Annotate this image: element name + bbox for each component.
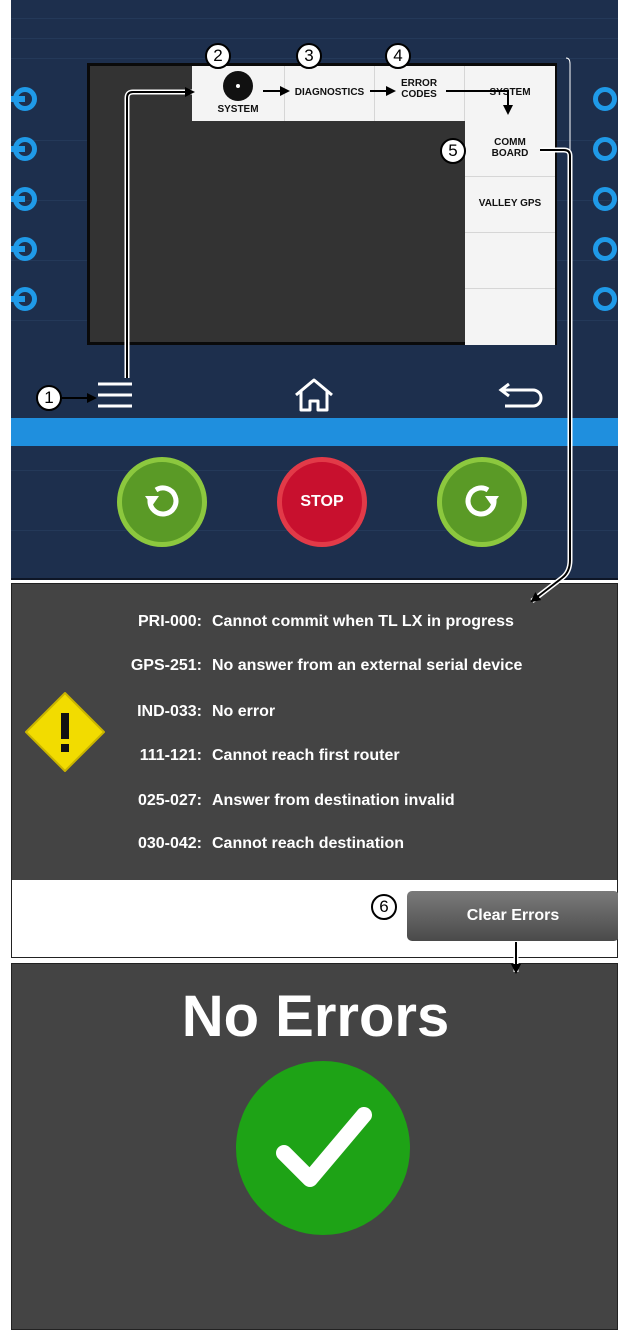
callout-1: 1: [36, 385, 62, 411]
side-ring-indicator: [593, 287, 617, 311]
error-message: No answer from an external serial device: [212, 657, 523, 674]
error-code: GPS-251:: [130, 657, 202, 674]
callout-5: 5: [440, 138, 466, 164]
menu-item-error-codes[interactable]: ERROR CODES: [375, 66, 464, 121]
error-code: IND-033:: [137, 703, 202, 720]
error-code: 030-042:: [137, 835, 202, 852]
side-ring-indicator: [593, 137, 617, 161]
error-message: Cannot reach destination: [212, 835, 405, 852]
submenu-item-comm-board-label: COMM BOARD: [491, 137, 529, 159]
menu-strip: SYSTEM DIAGNOSTICS ERROR CODES SYSTEM: [192, 66, 555, 121]
stop-button[interactable]: STOP: [277, 457, 367, 547]
back-arrow-icon[interactable]: [497, 380, 545, 412]
callout-3: 3: [296, 43, 322, 69]
error-message: Answer from destination invalid: [212, 792, 455, 809]
stop-button-label: STOP: [300, 493, 344, 510]
checkmark-icon: [276, 1107, 372, 1187]
menu-item-system-tab[interactable]: SYSTEM: [465, 66, 555, 121]
side-ring-indicator: [593, 187, 617, 211]
system-dot-icon: [223, 71, 253, 101]
no-errors-panel: No Errors: [11, 963, 618, 1330]
submenu: COMM BOARD VALLEY GPS: [465, 121, 555, 345]
menu-item-system-label: SYSTEM: [217, 104, 259, 115]
submenu-item-comm-board[interactable]: COMM BOARD: [465, 121, 555, 176]
error-codes-panel: PRI-000: Cannot commit when TL LX in pro…: [11, 583, 618, 958]
side-ring-indicator: [593, 87, 617, 111]
callout-6: 6: [371, 894, 397, 920]
no-errors-title: No Errors: [181, 984, 450, 1049]
menu-item-diagnostics[interactable]: DIAGNOSTICS: [285, 66, 374, 121]
forward-button[interactable]: [437, 457, 527, 547]
accent-bar: [11, 418, 618, 446]
error-code: PRI-000:: [137, 613, 202, 630]
menu-item-error-codes-label: ERROR CODES: [400, 78, 438, 100]
success-circle: [236, 1061, 410, 1235]
menu-item-system-tab-label: SYSTEM: [489, 87, 531, 98]
controller-panel: SYSTEM DIAGNOSTICS ERROR CODES SYSTEM CO…: [11, 0, 618, 580]
menu-item-diagnostics-label: DIAGNOSTICS: [294, 87, 365, 98]
clear-errors-button[interactable]: Clear Errors: [407, 891, 618, 941]
callout-2: 2: [205, 43, 231, 69]
clear-errors-label: Clear Errors: [466, 907, 560, 924]
submenu-item-valley-gps[interactable]: VALLEY GPS: [465, 177, 555, 232]
error-list-area: PRI-000: Cannot commit when TL LX in pro…: [12, 584, 617, 880]
error-code: 111-121:: [139, 747, 202, 764]
error-code: 025-027:: [137, 792, 202, 809]
error-message: Cannot reach first router: [212, 747, 400, 764]
home-icon[interactable]: [292, 377, 336, 413]
error-message: Cannot commit when TL LX in progress: [212, 613, 514, 630]
hamburger-menu-icon[interactable]: [95, 379, 135, 411]
rotate-clockwise-icon: [465, 485, 499, 517]
reverse-button[interactable]: [117, 457, 207, 547]
menu-item-system[interactable]: SYSTEM: [192, 66, 284, 121]
error-message: No error: [212, 703, 276, 720]
submenu-item-valley-gps-label: VALLEY GPS: [478, 198, 542, 209]
side-ring-indicator: [593, 237, 617, 261]
callout-4: 4: [385, 43, 411, 69]
rotate-counterclockwise-icon: [145, 485, 179, 517]
